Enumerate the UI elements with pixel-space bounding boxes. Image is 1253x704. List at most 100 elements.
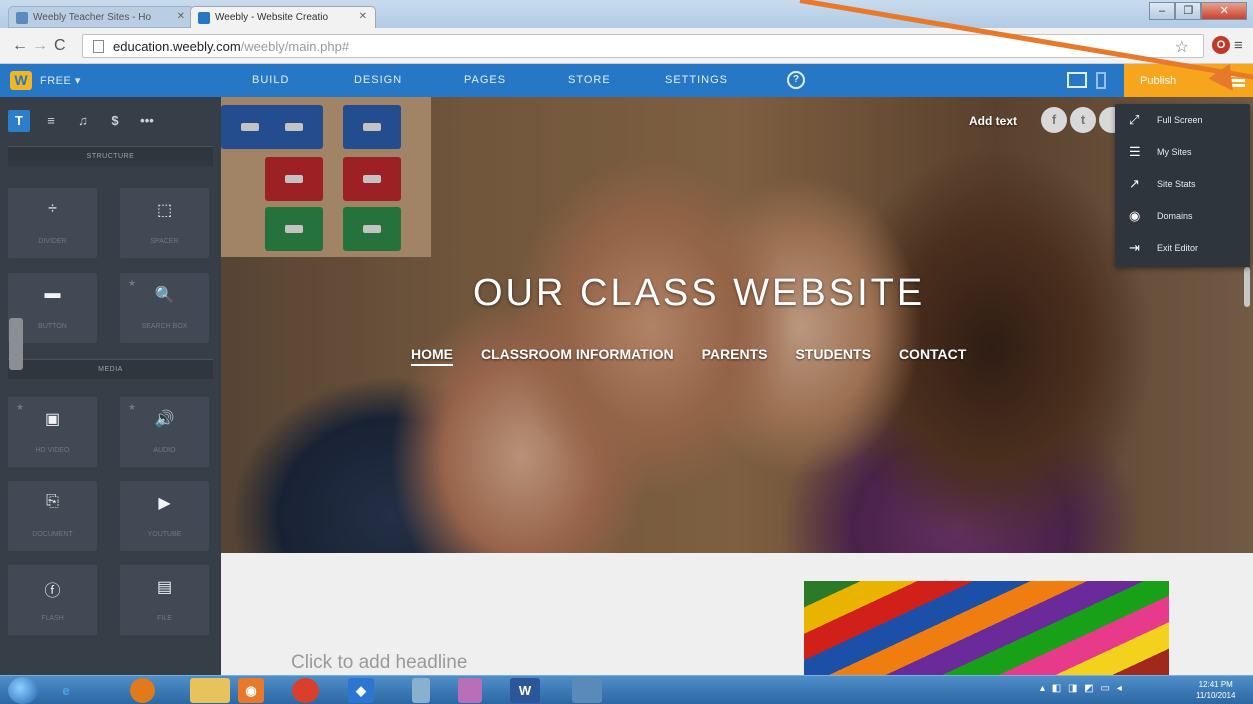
element-label: FILE xyxy=(157,615,172,622)
nav-classroom-information[interactable]: CLASSROOM INFORMATION xyxy=(481,346,674,366)
element-divider[interactable]: ÷ DIVIDER xyxy=(8,188,97,258)
file-icon: ▤ xyxy=(156,579,173,596)
menu-item-full-screen[interactable]: ⤢ Full Screen xyxy=(1115,104,1250,136)
start-button-icon[interactable] xyxy=(8,677,38,704)
crayons-image[interactable] xyxy=(804,581,1169,675)
globe-icon: ◉ xyxy=(1129,208,1141,223)
full-screen-icon: ⤢ xyxy=(1129,112,1140,127)
weebly-logo[interactable]: W xyxy=(10,71,32,90)
add-text-button[interactable]: Add text xyxy=(969,114,1017,128)
exit-icon: ⇥ xyxy=(1129,240,1140,255)
restore-icon[interactable]: ❐ xyxy=(1175,2,1202,20)
media-player-icon[interactable]: ◉ xyxy=(238,678,264,703)
close-tab-icon[interactable]: ✕ xyxy=(177,11,185,22)
desktop-view-icon[interactable] xyxy=(1067,72,1087,88)
url-path: /weebly/main.php# xyxy=(240,39,350,54)
facebook-icon[interactable]: f xyxy=(1041,107,1067,133)
editor-dropdown-menu: ⤢ Full Screen ☰ My Sites ↗ Site Stats ◉ … xyxy=(1115,104,1250,267)
tab-store[interactable]: STORE xyxy=(568,74,611,86)
twitter-icon[interactable]: t xyxy=(1070,107,1096,133)
tab-commerce-icon[interactable]: $ xyxy=(104,110,126,132)
close-window-icon[interactable]: ✕ xyxy=(1201,2,1247,20)
plan-dropdown[interactable]: FREE ▾ xyxy=(40,74,81,87)
menu-item-my-sites[interactable]: ☰ My Sites xyxy=(1115,136,1250,168)
forward-icon[interactable]: → xyxy=(32,37,48,55)
flash-icon: ⓕ xyxy=(44,583,61,600)
element-category-tabs: T ≡ ♫ $ ••• xyxy=(8,105,213,137)
site-title[interactable]: OUR CLASS WEBSITE xyxy=(473,272,925,315)
search-box-icon: 🔍 xyxy=(154,287,175,304)
tab-structure-icon[interactable]: ≡ xyxy=(40,110,62,132)
bookmark-star-icon[interactable]: ☆ xyxy=(1175,37,1189,57)
site-navigation: HOME CLASSROOM INFORMATION PARENTS STUDE… xyxy=(411,346,994,366)
app-icon[interactable] xyxy=(412,678,430,703)
tab-settings[interactable]: SETTINGS xyxy=(665,74,728,86)
element-spacer[interactable]: ⬚ SPACER xyxy=(120,188,209,258)
window-app-icon[interactable] xyxy=(572,678,602,703)
stats-icon: ↗ xyxy=(1129,176,1140,191)
element-label: YOUTUBE xyxy=(147,531,182,538)
element-label: HD VIDEO xyxy=(35,447,70,454)
elements-sidebar: T ≡ ♫ $ ••• STRUCTURE ÷ DIVIDER ⬚ SPACER… xyxy=(0,97,221,675)
menu-item-domains[interactable]: ◉ Domains xyxy=(1115,200,1250,232)
nav-students[interactable]: STUDENTS xyxy=(795,346,870,366)
element-flash[interactable]: ⓕ FLASH xyxy=(8,565,97,635)
element-audio[interactable]: ★ 🔊 AUDIO xyxy=(120,397,209,467)
tab-build[interactable]: BUILD xyxy=(252,74,289,86)
reload-icon[interactable]: C xyxy=(54,37,66,55)
section-media: MEDIA xyxy=(8,359,213,379)
tab-media-icon[interactable]: ♫ xyxy=(72,110,94,132)
mobile-view-icon[interactable] xyxy=(1096,72,1106,89)
system-tray-icons[interactable]: ▴ ◧ ◨ ◩ ▭ ◂ xyxy=(1040,683,1124,694)
windows-taskbar: e ◉ ◆ W ▴ ◧ ◨ ◩ ▭ ◂ 12:41 PM 11/10/2014 xyxy=(0,675,1253,704)
chrome-icon[interactable] xyxy=(292,678,319,703)
dropbox-icon[interactable]: ◆ xyxy=(348,678,374,703)
firefox-icon[interactable] xyxy=(130,678,155,703)
sidebar-collapse-handle[interactable] xyxy=(9,318,23,370)
menu-item-exit-editor[interactable]: ⇥ Exit Editor xyxy=(1115,232,1250,264)
browser-menu-icon[interactable]: ≡ xyxy=(1234,37,1243,54)
tab-more-icon[interactable]: ••• xyxy=(136,110,158,132)
audio-icon: 🔊 xyxy=(154,411,175,428)
headline-placeholder[interactable]: Click to add headline xyxy=(291,652,467,674)
word-icon[interactable]: W xyxy=(510,678,540,703)
paint-icon[interactable] xyxy=(458,678,482,703)
nav-contact[interactable]: CONTACT xyxy=(899,346,966,366)
divider-icon: ÷ xyxy=(48,200,57,217)
canvas-scrollbar[interactable] xyxy=(1244,267,1250,307)
element-document[interactable]: ⎘ DOCUMENT xyxy=(8,481,97,551)
element-label: SEARCH BOX xyxy=(141,323,188,330)
button-icon: ▬ xyxy=(44,285,61,302)
help-icon[interactable]: ? xyxy=(787,71,805,89)
spacer-icon: ⬚ xyxy=(156,202,173,219)
element-youtube[interactable]: ▶ YOUTUBE xyxy=(120,481,209,551)
site-canvas[interactable]: OUR CLASS WEBSITE HOME CLASSROOM INFORMA… xyxy=(221,97,1253,675)
browser-tab-weebly-editor[interactable]: Weebly - Website Creatio ✕ xyxy=(190,6,376,28)
browser-tab-weebly-teacher-sites[interactable]: Weebly Teacher Sites - Ho ✕ xyxy=(8,6,194,28)
tab-basic-text-icon[interactable]: T xyxy=(8,110,30,132)
menu-item-site-stats[interactable]: ↗ Site Stats xyxy=(1115,168,1250,200)
file-explorer-icon[interactable] xyxy=(190,678,230,703)
clock-time: 12:41 PM xyxy=(1198,680,1233,689)
element-search-box[interactable]: ★ 🔍 SEARCH BOX xyxy=(120,273,209,343)
menu-item-label: Exit Editor xyxy=(1157,243,1199,253)
back-icon[interactable]: ← xyxy=(12,37,28,55)
youtube-icon: ▶ xyxy=(158,495,171,512)
element-label: DIVIDER xyxy=(38,238,67,245)
element-hd-video[interactable]: ★ ▣ HD VIDEO xyxy=(8,397,97,467)
system-clock[interactable]: 12:41 PM 11/10/2014 xyxy=(1196,679,1235,701)
element-file[interactable]: ▤ FILE xyxy=(120,565,209,635)
nav-home[interactable]: HOME xyxy=(411,346,453,366)
list-icon: ☰ xyxy=(1129,144,1141,159)
minimize-icon[interactable]: – xyxy=(1149,2,1176,20)
browser-tab-strip: Weebly Teacher Sites - Ho ✕ Weebly - Web… xyxy=(0,0,1253,28)
page-icon xyxy=(93,40,104,53)
tab-design[interactable]: DESIGN xyxy=(354,74,402,86)
hero-banner-image[interactable]: OUR CLASS WEBSITE HOME CLASSROOM INFORMA… xyxy=(221,97,1253,553)
tab-pages[interactable]: PAGES xyxy=(464,74,506,86)
internet-explorer-icon[interactable]: e xyxy=(46,678,86,703)
element-label: AUDIO xyxy=(153,447,176,454)
extension-icon[interactable]: O xyxy=(1212,36,1230,54)
close-tab-icon[interactable]: ✕ xyxy=(359,11,367,22)
nav-parents[interactable]: PARENTS xyxy=(702,346,768,366)
